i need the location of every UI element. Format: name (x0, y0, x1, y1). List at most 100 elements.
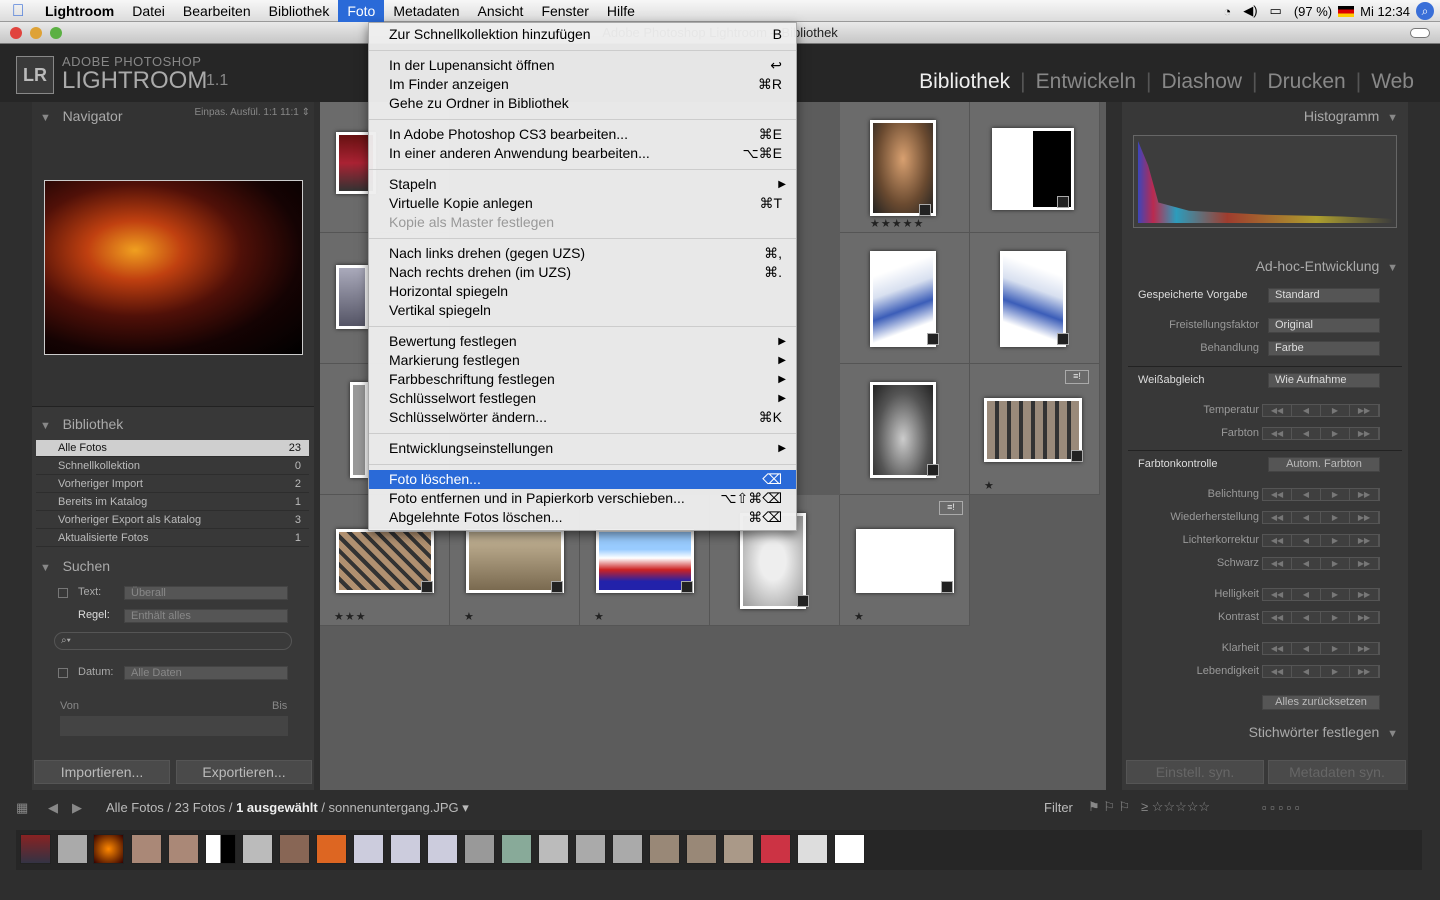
zoom-window-icon[interactable] (50, 27, 62, 39)
exposure-stepper[interactable]: ◀◀ ◀ ▶ ▶▶ (1262, 488, 1380, 501)
reset-all-button[interactable]: Alles zurücksetzen (1262, 695, 1380, 710)
close-window-icon[interactable] (10, 27, 22, 39)
search-input[interactable]: ⌕▾ (54, 632, 292, 650)
menu-datei[interactable]: Datei (123, 0, 174, 22)
menu-item-remove-to-trash[interactable]: Foto entfernen und in Papierkorb verschi… (369, 489, 796, 508)
library-row[interactable]: Aktualisierte Fotos 1 (36, 530, 309, 547)
filmstrip-thumb[interactable] (205, 834, 236, 864)
filmstrip-thumb[interactable] (649, 834, 680, 864)
filmstrip-thumb[interactable] (723, 834, 754, 864)
menu-item-stacking[interactable]: Stapeln ▶ (369, 175, 796, 194)
menu-item-develop-settings[interactable]: Entwicklungseinstellungen ▶ (369, 439, 796, 458)
tint-stepper[interactable]: ◀◀ ◀ ▶ ▶▶ (1262, 427, 1380, 440)
sync-settings-button[interactable]: Einstell. syn. (1126, 760, 1264, 784)
clarity-stepper[interactable]: ◀◀ ◀ ▶ ▶▶ (1262, 642, 1380, 655)
menu-ansicht[interactable]: Ansicht (469, 0, 533, 22)
menu-item-change-keywords[interactable]: Schlüsselwörter ändern... ⌘K (369, 408, 796, 427)
back-arrow-icon[interactable]: ◀ (48, 800, 58, 816)
collapse-triangle-icon[interactable]: ▼ (40, 112, 51, 124)
library-row[interactable]: Bereits im Katalog 1 (36, 494, 309, 511)
filmstrip-thumb[interactable] (93, 834, 124, 864)
minimize-window-icon[interactable] (30, 27, 42, 39)
library-row[interactable]: Alle Fotos 23 (36, 440, 309, 457)
navigator-zoom-options[interactable]: Einpas. Ausfül. 1:1 11:1 ⇕ (195, 107, 311, 118)
menu-item-delete-rejected[interactable]: Abgelehnte Fotos löschen... ⌘⌫ (369, 508, 796, 527)
clock[interactable]: Mi 12:34 (1354, 4, 1416, 19)
preset-select[interactable]: Standard (1268, 288, 1380, 303)
apple-icon[interactable]:  (0, 1, 36, 21)
rule-select[interactable]: Enthält alles (124, 609, 288, 623)
grid-cell[interactable] (840, 364, 970, 495)
date-range-slider[interactable] (60, 716, 288, 736)
navigator-preview[interactable] (44, 180, 303, 355)
filmstrip-thumb[interactable] (390, 834, 421, 864)
flag-icon[interactable]: ≡! (1065, 370, 1089, 384)
filmstrip-thumb[interactable] (501, 834, 532, 864)
text-checkbox[interactable] (58, 588, 68, 598)
menu-hilfe[interactable]: Hilfe (598, 0, 644, 22)
photo-thumbnail[interactable] (350, 382, 368, 478)
grid-cell[interactable] (840, 233, 970, 364)
blacks-stepper[interactable]: ◀◀ ◀ ▶ ▶▶ (1262, 557, 1380, 570)
photo-thumbnail[interactable] (466, 529, 564, 593)
filmstrip-thumb[interactable] (353, 834, 384, 864)
filmstrip-thumb[interactable] (242, 834, 273, 864)
library-header[interactable]: ▼ Bibliothek (40, 414, 123, 434)
menu-item-flip-vertical[interactable]: Vertikal spiegeln (369, 301, 796, 320)
text-scope-select[interactable]: Überall (124, 586, 288, 600)
filmstrip-thumb[interactable] (427, 834, 458, 864)
filmstrip-thumb[interactable] (612, 834, 643, 864)
filmstrip-thumb[interactable] (538, 834, 569, 864)
date-checkbox[interactable] (58, 668, 68, 678)
grid-cell[interactable]: ★ ≡! (970, 364, 1100, 495)
grid-cell[interactable] (970, 233, 1100, 364)
date-select[interactable]: Alle Daten (124, 666, 288, 680)
contrast-stepper[interactable]: ◀◀ ◀ ▶ ▶▶ (1262, 611, 1380, 624)
filmstrip-path[interactable]: Alle Fotos / 23 Fotos / 1 ausgewählt / s… (106, 800, 469, 816)
menu-item-show-in-finder[interactable]: Im Finder anzeigen ⌘R (369, 75, 796, 94)
volume-icon[interactable]: ◀) (1237, 3, 1263, 19)
menu-item-go-to-folder[interactable]: Gehe zu Ordner in Bibliothek (369, 94, 796, 113)
filmstrip-thumb[interactable] (168, 834, 199, 864)
grid-cell[interactable]: ★ ≡! (840, 495, 970, 626)
filmstrip-thumb[interactable] (464, 834, 495, 864)
search-header[interactable]: ▼ Suchen (40, 556, 110, 576)
collapse-triangle-icon[interactable]: ▼ (1387, 112, 1398, 124)
fill-stepper[interactable]: ◀◀ ◀ ▶ ▶▶ (1262, 534, 1380, 547)
quick-develop-header[interactable]: Ad-hoc-Entwicklung ▼ (1256, 256, 1398, 276)
collapse-triangle-icon[interactable]: ▼ (1387, 262, 1398, 274)
wifi-icon[interactable]: ◔ (1217, 4, 1237, 19)
photo-thumbnail[interactable] (856, 529, 954, 593)
grid-cell[interactable]: ★★★★★ (840, 102, 970, 233)
wb-select[interactable]: Wie Aufnahme (1268, 373, 1380, 388)
photo-thumbnail[interactable] (336, 265, 368, 329)
import-button[interactable]: Importieren... (34, 760, 170, 784)
module-bibliothek[interactable]: Bibliothek (913, 70, 1016, 94)
menu-foto[interactable]: Foto (338, 0, 385, 22)
histogram-header[interactable]: Histogramm ▼ (1304, 106, 1398, 126)
library-row[interactable]: Vorheriger Import 2 (36, 476, 309, 493)
grid-cell[interactable] (970, 102, 1100, 233)
brightness-stepper[interactable]: ◀◀ ◀ ▶ ▶▶ (1262, 588, 1380, 601)
menu-item-edit-photoshop[interactable]: In Adobe Photoshop CS3 bearbeiten... ⌘E (369, 125, 796, 144)
recovery-stepper[interactable]: ◀◀ ◀ ▶ ▶▶ (1262, 511, 1380, 524)
color-label-filters[interactable]: ▫ ▫ ▫ ▫ ▫ (1262, 800, 1300, 815)
filmstrip-thumb[interactable] (797, 834, 828, 864)
filmstrip-thumb[interactable] (279, 834, 310, 864)
menu-item-virtual-copy[interactable]: Virtuelle Kopie anlegen ⌘T (369, 194, 796, 213)
flag-icon[interactable]: ≡! (939, 501, 963, 515)
menu-bearbeiten[interactable]: Bearbeiten (174, 0, 260, 22)
toolbar-toggle[interactable] (1410, 28, 1430, 38)
menu-bibliothek[interactable]: Bibliothek (260, 0, 339, 22)
collapse-triangle-icon[interactable]: ▼ (40, 420, 51, 432)
flag-icon[interactable] (1338, 5, 1355, 17)
collapse-triangle-icon[interactable]: ▼ (1387, 728, 1398, 740)
library-row[interactable]: Vorheriger Export als Katalog 3 (36, 512, 309, 529)
filmstrip-thumb[interactable] (575, 834, 606, 864)
export-button[interactable]: Exportieren... (176, 760, 312, 784)
module-diashow[interactable]: Diashow (1156, 70, 1249, 94)
menu-fenster[interactable]: Fenster (532, 0, 597, 22)
flag-filter-icons[interactable]: ⚑ ⚐ ⚐ ≥ ☆☆☆☆☆ (1088, 799, 1210, 815)
menu-item-flip-horizontal[interactable]: Horizontal spiegeln (369, 282, 796, 301)
photo-thumbnail[interactable] (336, 529, 434, 593)
